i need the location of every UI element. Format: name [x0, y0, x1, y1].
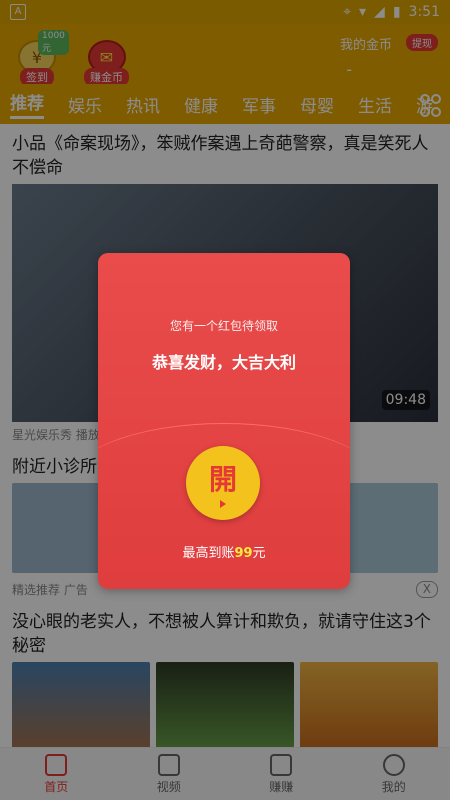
red-packet-message: 恭喜发财，大吉大利: [151, 353, 296, 372]
play-icon: [220, 500, 226, 508]
open-red-packet-button[interactable]: 開: [186, 446, 260, 520]
red-packet-subtitle: 您有一个红包待领取: [169, 319, 278, 333]
open-char: 開: [208, 463, 237, 496]
red-packet-dialog: 您有一个红包待领取 恭喜发财，大吉大利 開 最高到账99元: [98, 253, 350, 589]
amount-number: 99: [234, 546, 253, 561]
red-packet-top: 您有一个红包待领取 恭喜发财，大吉大利: [98, 253, 350, 443]
amount-prefix: 最高到账: [182, 546, 235, 561]
amount-suffix: 元: [252, 546, 266, 561]
red-packet-amount: 最高到账99元: [98, 542, 350, 561]
